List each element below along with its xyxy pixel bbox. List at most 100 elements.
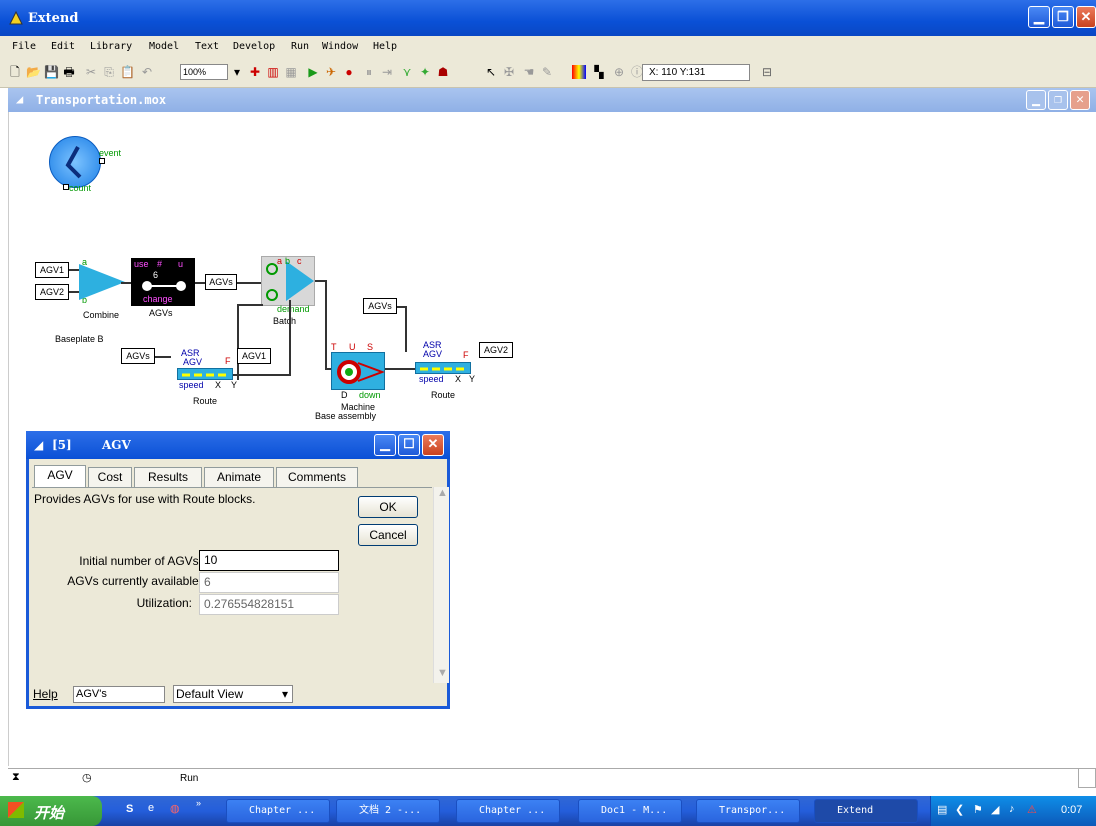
cancel-button[interactable]: Cancel	[358, 524, 418, 546]
run-icon[interactable]: ▶	[306, 65, 320, 79]
help-field[interactable]: AGV's	[73, 686, 165, 703]
start-button[interactable]: 开始	[0, 796, 102, 826]
tray-network-icon[interactable]: ▤	[937, 803, 947, 816]
paste-icon[interactable]: 📋	[120, 65, 135, 79]
stop-icon[interactable]: ●	[342, 65, 356, 79]
pointer-icon[interactable]: ↖	[484, 65, 498, 79]
task-chapter-2[interactable]: Chapter ...	[456, 799, 560, 823]
dialog-scrollbar[interactable]: ▲ ▼	[433, 487, 449, 683]
menu-help[interactable]: Help	[373, 41, 397, 52]
initial-agvs-input[interactable]: 10	[199, 550, 339, 571]
save-icon[interactable]: 💾	[44, 65, 59, 79]
menu-edit[interactable]: Edit	[51, 41, 75, 52]
doc-restore-button[interactable]: ❐	[1048, 90, 1068, 110]
agv1-route-constant[interactable]: AGV1	[237, 348, 271, 364]
copy-icon[interactable]: ⎘	[102, 65, 116, 79]
menu-file[interactable]: File	[12, 41, 36, 52]
quicklaunch-tool-icon[interactable]: ◍	[170, 802, 180, 815]
zoom-select[interactable]: 100%	[180, 64, 228, 80]
tab-animate[interactable]: Animate	[204, 467, 274, 487]
status-resize-box[interactable]	[1078, 768, 1096, 788]
agv2-route-constant[interactable]: AGV2	[479, 342, 513, 358]
cut-icon[interactable]: ✂	[84, 65, 98, 79]
dialog-minimize-button[interactable]: ▁	[374, 434, 396, 456]
dialog-close-button[interactable]: ✕	[422, 434, 444, 456]
menu-text[interactable]: Text	[195, 41, 219, 52]
task-doc-2[interactable]: 文档 2 -...	[336, 799, 440, 823]
task-chapter-1[interactable]: Chapter ...	[226, 799, 330, 823]
tray-flag-icon[interactable]: ⚑	[973, 803, 983, 816]
menu-window[interactable]: Window	[322, 41, 358, 52]
zoom-dropdown-icon[interactable]: ▾	[230, 65, 244, 79]
agvs-route1-constant[interactable]: AGVs	[121, 348, 155, 364]
scroll-down-icon[interactable]: ▼	[437, 667, 448, 679]
event-connector[interactable]	[99, 158, 105, 164]
tray-app-icon[interactable]: ◢	[991, 803, 999, 816]
restore-button[interactable]: ❐	[1052, 6, 1074, 28]
task-doc1[interactable]: Doc1 - M...	[578, 799, 682, 823]
new-icon[interactable]: 🗋	[8, 65, 22, 79]
maximize-view-icon[interactable]: ⊟	[760, 65, 774, 79]
quicklaunch-ie-icon[interactable]: e	[148, 802, 154, 814]
dialog-titlebar: ◢ [5] AGV ▁ ☐ ✕	[26, 431, 450, 459]
tab-agv[interactable]: AGV	[34, 465, 86, 488]
undo-icon[interactable]: ↶	[140, 65, 154, 79]
combine-block[interactable]	[79, 264, 125, 300]
tab-results[interactable]: Results	[134, 467, 202, 487]
tab-cost[interactable]: Cost	[88, 467, 132, 487]
turtle-icon[interactable]: ☗	[436, 65, 450, 79]
scroll-up-icon[interactable]: ▲	[437, 487, 448, 499]
agvs-route2-constant[interactable]: AGVs	[363, 298, 397, 314]
dialog-title: AGV	[102, 438, 131, 452]
machine-block[interactable]	[331, 352, 385, 390]
step-over-icon[interactable]: ⇥	[380, 65, 394, 79]
quicklaunch-more-icon[interactable]: »	[196, 798, 201, 808]
trace-icon[interactable]: ⋎	[400, 65, 414, 79]
grid-icon[interactable]: ▦	[284, 65, 298, 79]
view-select[interactable]: Default View ▾	[173, 685, 293, 703]
help-button[interactable]: Help	[33, 687, 58, 701]
batch-demand-label: demand	[277, 304, 310, 314]
dialog-maximize-button[interactable]: ☐	[398, 434, 420, 456]
debug-icon[interactable]: ✈	[324, 65, 338, 79]
route2-block[interactable]	[415, 362, 471, 374]
quicklaunch-skype-icon[interactable]: S	[126, 803, 133, 815]
agvs-output-constant[interactable]: AGVs	[205, 274, 237, 290]
library-icon[interactable]: ▥	[266, 65, 280, 79]
tray-alert-icon[interactable]: ⚠	[1027, 803, 1037, 816]
menu-model[interactable]: Model	[149, 41, 179, 52]
doc-minimize-button[interactable]: ▁	[1026, 90, 1046, 110]
agv1-constant[interactable]: AGV1	[35, 262, 69, 278]
tray-arrow-icon[interactable]: ❮	[955, 803, 964, 816]
step-icon[interactable]: ⏸	[362, 65, 376, 79]
executive-block[interactable]	[49, 136, 101, 188]
print-icon[interactable]: 🖶	[62, 65, 76, 79]
menu-run[interactable]: Run	[291, 41, 309, 52]
add-icon[interactable]: ✚	[248, 65, 262, 79]
draw-icon[interactable]: ✎	[540, 65, 554, 79]
color-icon[interactable]	[572, 65, 586, 79]
menu-library[interactable]: Library	[90, 41, 132, 52]
minimize-button[interactable]: ▁	[1028, 6, 1050, 28]
route1-block[interactable]	[177, 368, 233, 380]
batch-port-c: c	[297, 256, 302, 266]
view-dropdown-icon[interactable]: ▾	[282, 686, 288, 702]
resource-pool-block[interactable]: use # u 6 change	[131, 258, 195, 306]
pattern-icon[interactable]: ▚	[592, 65, 606, 79]
agv2-constant[interactable]: AGV2	[35, 284, 69, 300]
connect-icon[interactable]: ✠	[502, 65, 516, 79]
animate-icon[interactable]: ✦	[418, 65, 432, 79]
task-extend[interactable]: Extend	[814, 799, 918, 823]
ok-button[interactable]: OK	[358, 496, 418, 518]
tab-comments[interactable]: Comments	[276, 467, 358, 487]
menu-develop[interactable]: Develop	[233, 41, 275, 52]
dialog-number: [5]	[52, 438, 72, 452]
open-icon[interactable]: 📂	[26, 65, 41, 79]
task-transportation[interactable]: Transpor...	[696, 799, 800, 823]
route2-label: Route	[431, 390, 456, 400]
doc-close-button[interactable]: ✕	[1070, 90, 1090, 110]
tray-volume-icon[interactable]: ♪	[1009, 803, 1015, 815]
hand-icon[interactable]: ☚	[522, 65, 536, 79]
zoom-in-icon[interactable]: ⊕	[612, 65, 626, 79]
close-button[interactable]: ✕	[1076, 6, 1096, 28]
